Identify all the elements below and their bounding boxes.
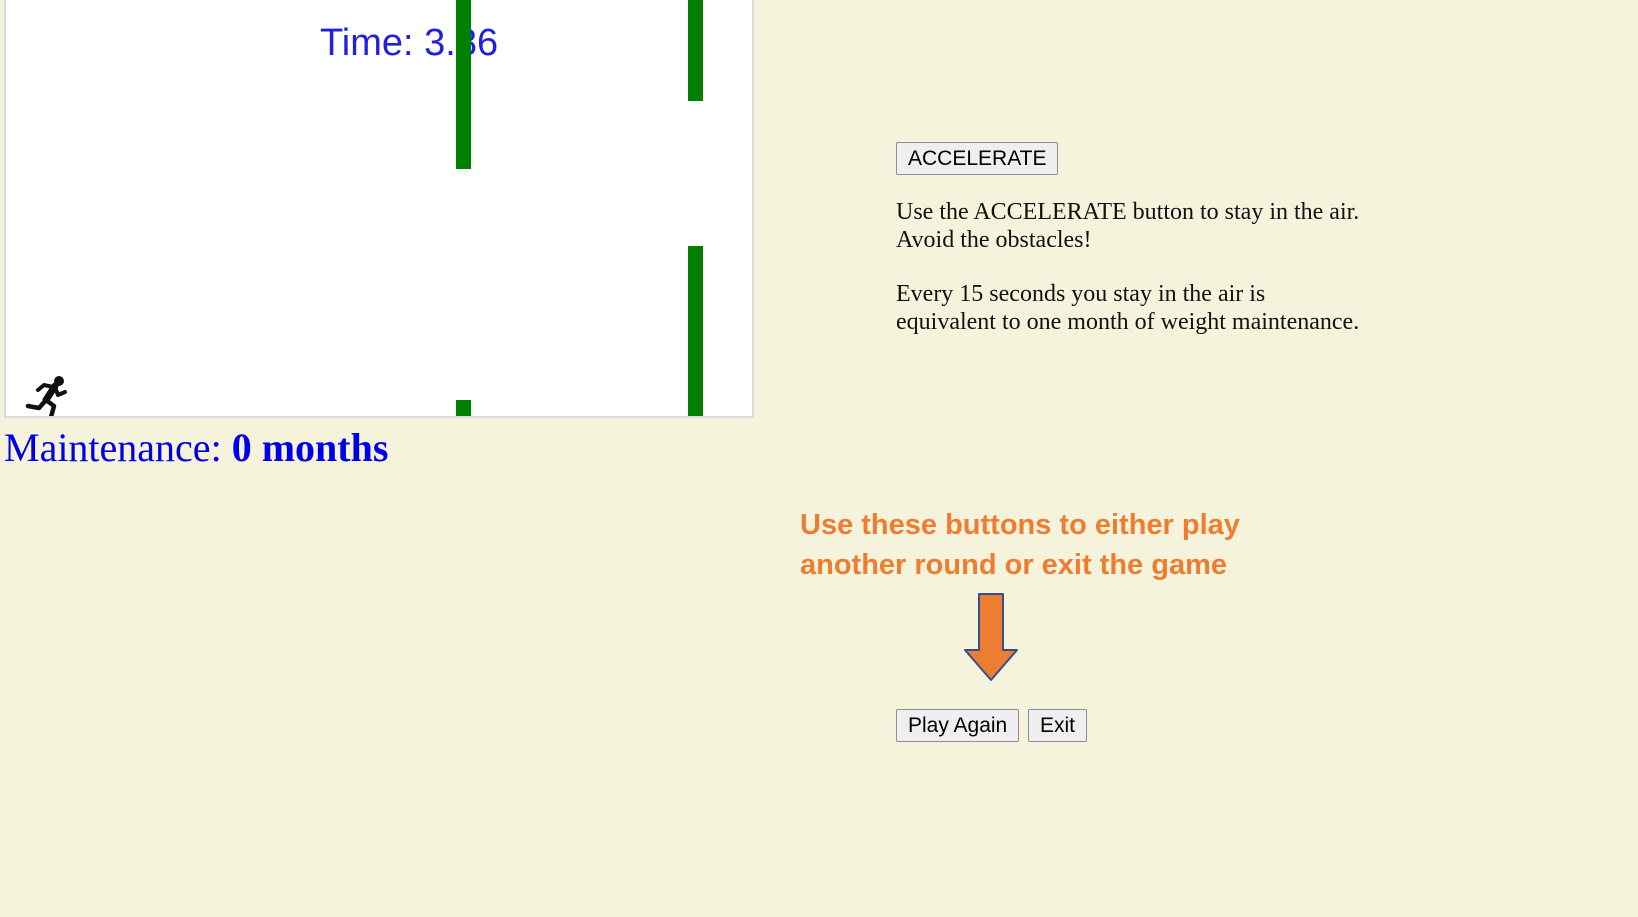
game-canvas[interactable]: Time: 3.86 [4,0,754,418]
down-arrow-icon [964,593,1018,681]
running-person-icon [25,376,67,416]
maintenance-value: 0 months [231,425,389,470]
play-again-button[interactable]: Play Again [896,709,1020,742]
obstacle-top-1 [456,0,471,169]
accelerate-button[interactable]: ACCELERATE [896,142,1059,175]
timer-display: Time: 3.86 [320,22,499,64]
maintenance-counter: Maintenance: 0 months [4,424,388,471]
maintenance-label: Maintenance: [4,425,222,470]
instruction-text-2: Every 15 seconds you stay in the air is … [896,281,1360,335]
obstacle-top-2 [688,0,703,101]
instruction-text-1: Use the ACCELERATE button to stay in the… [896,199,1360,253]
exit-button[interactable]: Exit [1028,709,1088,742]
obstacle-bottom-1 [456,400,471,416]
callout-text: Use these buttons to either play another… [800,509,1240,581]
instructions: Use the ACCELERATE button to stay in the… [896,198,1366,362]
obstacle-bottom-2 [688,246,703,416]
